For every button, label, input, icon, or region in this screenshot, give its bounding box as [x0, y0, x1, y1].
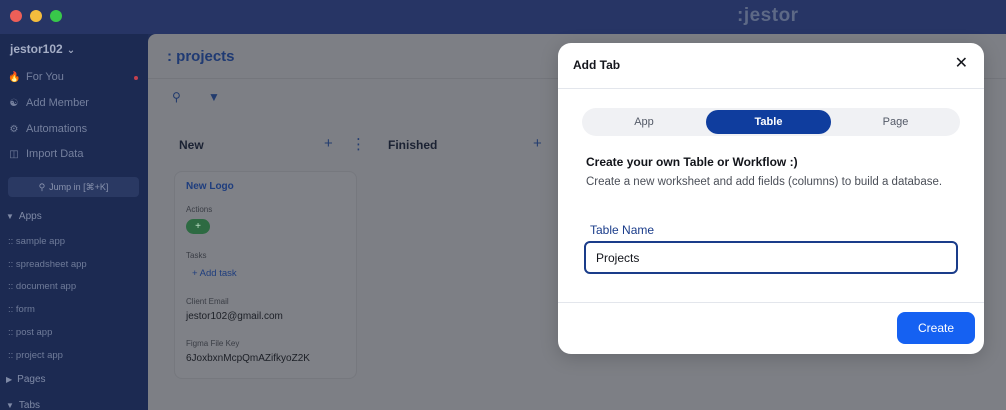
jump-in-label: Jump in [⌘+K] — [49, 181, 109, 192]
section-pages[interactable]: ▶ Pages — [6, 374, 46, 385]
sidebar-item-import-data[interactable]: ◫ Import Data — [8, 148, 83, 160]
create-button[interactable]: Create — [897, 312, 975, 344]
card-title: New Logo — [186, 181, 234, 192]
sidebar-app-item[interactable]: :: sample app — [8, 236, 65, 247]
field-value: 6JoxbxnMcpQmAZifkyoZ2K — [186, 353, 310, 364]
sidebar-app-item[interactable]: :: spreadsheet app — [8, 259, 87, 270]
search-icon: ⚲ — [38, 181, 46, 192]
sidebar: jestor102 ⌄ 🔥 For You ☯ Add Member ⚙ Auto… — [0, 34, 148, 410]
sidebar-item-add-member[interactable]: ☯ Add Member — [8, 97, 89, 109]
sidebar-app-item[interactable]: :: project app — [8, 350, 63, 361]
sidebar-item-label: Add Member — [26, 97, 89, 109]
sidebar-item-automations[interactable]: ⚙ Automations — [8, 123, 88, 135]
action-button[interactable]: + — [186, 219, 210, 234]
minimize-window-button[interactable] — [30, 10, 42, 22]
kanban-card[interactable]: New Logo Actions + Tasks + Add task Clie… — [174, 171, 357, 379]
tab-type-selector: App Table Page — [582, 108, 960, 136]
tab-table[interactable]: Table — [706, 110, 831, 134]
add-user-icon: ☯ — [9, 97, 19, 109]
field-label: Figma File Key — [186, 339, 240, 348]
fire-icon: 🔥 — [8, 71, 21, 83]
workspace-name: jestor102 — [10, 42, 63, 56]
section-apps[interactable]: ▼ Apps — [6, 211, 42, 222]
section-label: Tabs — [18, 400, 41, 410]
sidebar-app-item[interactable]: :: form — [8, 304, 35, 315]
close-icon[interactable]: ✕ — [955, 55, 968, 73]
tab-app[interactable]: App — [584, 110, 704, 134]
close-window-button[interactable] — [10, 10, 22, 22]
notification-dot — [134, 76, 138, 80]
divider — [558, 302, 984, 303]
maximize-window-button[interactable] — [50, 10, 62, 22]
sidebar-app-item[interactable]: :: post app — [8, 327, 52, 338]
section-label: Apps — [18, 211, 42, 222]
title-bar: :jestor — [0, 0, 1006, 34]
add-card-button[interactable]: + — [533, 135, 542, 152]
search-icon[interactable]: ⚲ — [172, 90, 181, 104]
page-title: : projects — [167, 48, 235, 65]
robot-icon: ⚙ — [9, 123, 19, 135]
section-label: Pages — [17, 374, 46, 385]
add-tab-modal: Add Tab ✕ App Table Page Create your own… — [558, 43, 984, 354]
caret-down-icon: ▼ — [6, 401, 14, 410]
field-label: Client Email — [186, 297, 229, 306]
caret-down-icon: ▼ — [6, 212, 14, 221]
workspace-switcher[interactable]: jestor102 ⌄ — [10, 42, 75, 56]
more-options-icon[interactable]: ⋮ — [351, 135, 366, 153]
column-title: Finished — [388, 138, 438, 152]
table-name-input[interactable] — [584, 241, 958, 274]
sidebar-item-label: Automations — [26, 123, 88, 135]
add-card-button[interactable]: + — [324, 135, 333, 152]
field-label: Tasks — [186, 251, 207, 260]
sidebar-item-label: For You — [26, 71, 64, 83]
chevron-down-icon: ⌄ — [66, 45, 76, 56]
sidebar-item-label: Import Data — [26, 148, 84, 160]
add-task-link[interactable]: + Add task — [192, 268, 237, 279]
brand-logo: :jestor — [737, 5, 799, 26]
filter-icon[interactable]: ▼ — [208, 90, 220, 104]
tab-page[interactable]: Page — [833, 110, 958, 134]
sidebar-item-for-you[interactable]: 🔥 For You — [8, 71, 64, 83]
jump-in-search[interactable]: ⚲ Jump in [⌘+K] — [8, 177, 139, 197]
column-title: New — [179, 138, 204, 152]
field-value: jestor102@gmail.com — [186, 311, 283, 322]
modal-description: Create a new worksheet and add fields (c… — [586, 176, 943, 188]
section-tabs[interactable]: ▼ Tabs — [6, 400, 40, 410]
database-icon: ◫ — [9, 148, 19, 160]
field-label: Actions — [186, 205, 213, 214]
modal-header: Add Tab ✕ — [558, 43, 984, 89]
caret-right-icon: ▶ — [6, 375, 13, 384]
table-name-label: Table Name — [590, 223, 655, 237]
modal-title: Add Tab — [573, 58, 621, 72]
sidebar-app-item[interactable]: :: document app — [8, 281, 76, 292]
modal-heading: Create your own Table or Workflow :) — [586, 155, 798, 169]
